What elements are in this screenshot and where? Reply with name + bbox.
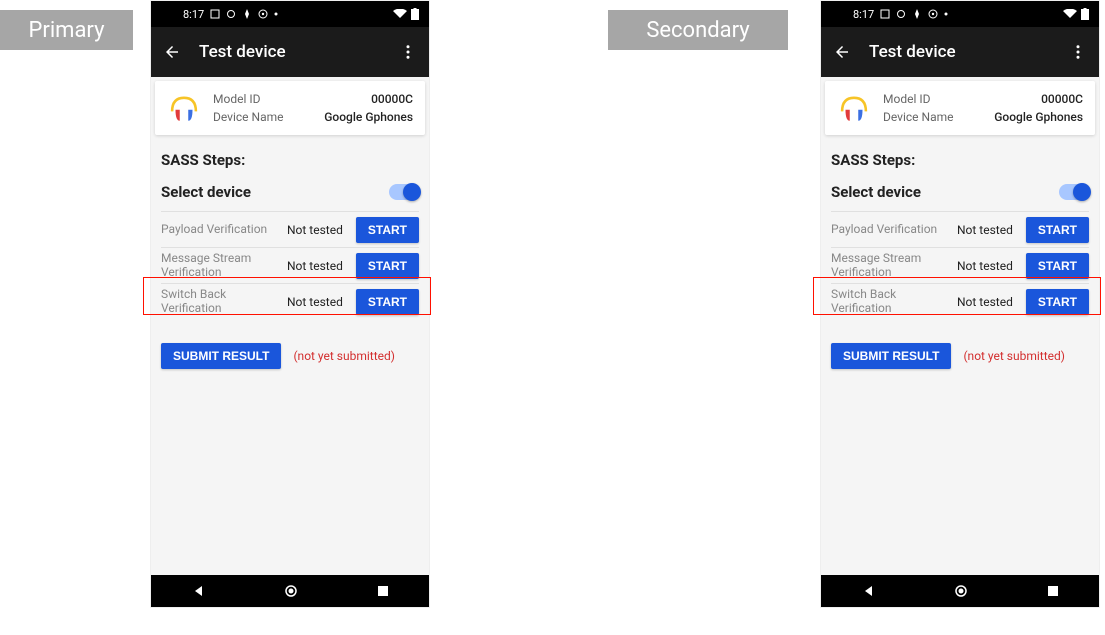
test-name: Payload Verification — [161, 223, 281, 236]
status-dot-icon — [274, 12, 278, 16]
headphones-icon — [167, 91, 201, 125]
status-bar: 8:17 — [821, 1, 1099, 27]
test-name: Switch Back Verification — [831, 288, 951, 314]
main-content: SASS Steps: Select device Payload Verifi… — [821, 139, 1099, 575]
sass-steps-heading: SASS Steps: — [161, 151, 419, 169]
model-id-value: 00000C — [371, 92, 413, 106]
select-device-toggle[interactable] — [1059, 184, 1089, 200]
status-icon-1 — [880, 9, 890, 19]
test-status: Not tested — [287, 295, 350, 309]
test-name: Message Stream Verification — [161, 252, 281, 278]
test-row-payload: Payload Verification Not tested START — [831, 211, 1089, 247]
status-icon-1 — [210, 9, 220, 19]
device-name-label: Device Name — [883, 110, 954, 124]
back-icon[interactable] — [163, 43, 181, 61]
select-device-toggle[interactable] — [389, 184, 419, 200]
nav-home-icon[interactable] — [284, 584, 298, 598]
device-card: Model ID 00000C Device Name Google Gphon… — [155, 81, 425, 135]
phone-secondary: 8:17 Test device Model ID 00000C — [820, 0, 1100, 608]
app-bar: Test device — [151, 27, 429, 77]
status-icon-3 — [912, 9, 922, 19]
model-id-value: 00000C — [1041, 92, 1083, 106]
start-button[interactable]: START — [1026, 253, 1089, 279]
status-icon-3 — [242, 9, 252, 19]
start-button[interactable]: START — [1026, 289, 1089, 315]
test-name: Message Stream Verification — [831, 252, 951, 278]
test-status: Not tested — [287, 259, 350, 273]
submit-status: (not yet submitted) — [963, 349, 1065, 363]
start-button[interactable]: START — [356, 253, 419, 279]
test-row-switch-back: Switch Back Verification Not tested STAR… — [831, 283, 1089, 319]
wifi-icon — [393, 9, 407, 19]
select-device-label: Select device — [161, 183, 251, 201]
select-device-label: Select device — [831, 183, 921, 201]
start-button[interactable]: START — [1026, 217, 1089, 243]
test-name: Payload Verification — [831, 223, 951, 236]
status-dot-icon — [944, 12, 948, 16]
test-status: Not tested — [957, 295, 1020, 309]
test-row-message-stream: Message Stream Verification Not tested S… — [831, 247, 1089, 283]
app-bar: Test device — [821, 27, 1099, 77]
page-title: Test device — [869, 42, 1069, 62]
nav-bar — [151, 575, 429, 607]
status-time: 8:17 — [183, 8, 204, 21]
nav-back-icon[interactable] — [861, 584, 875, 598]
nav-bar — [821, 575, 1099, 607]
start-button[interactable]: START — [356, 289, 419, 315]
status-time: 8:17 — [853, 8, 874, 21]
more-icon[interactable] — [1069, 43, 1087, 61]
test-name: Switch Back Verification — [161, 288, 281, 314]
status-icon-2 — [226, 9, 236, 19]
nav-home-icon[interactable] — [954, 584, 968, 598]
submit-result-button[interactable]: SUBMIT RESULT — [831, 343, 951, 369]
device-name-label: Device Name — [213, 110, 284, 124]
model-id-label: Model ID — [213, 92, 260, 106]
secondary-label: Secondary — [608, 10, 788, 50]
nav-recent-icon[interactable] — [377, 585, 389, 597]
device-name-value: Google Gphones — [324, 110, 413, 124]
test-row-message-stream: Message Stream Verification Not tested S… — [161, 247, 419, 283]
main-content: SASS Steps: Select device Payload Verifi… — [151, 139, 429, 575]
headphones-icon — [837, 91, 871, 125]
submit-result-button[interactable]: SUBMIT RESULT — [161, 343, 281, 369]
status-settings-icon — [258, 9, 268, 19]
device-card: Model ID 00000C Device Name Google Gphon… — [825, 81, 1095, 135]
submit-status: (not yet submitted) — [293, 349, 395, 363]
test-row-payload: Payload Verification Not tested START — [161, 211, 419, 247]
battery-icon — [411, 8, 419, 20]
status-settings-icon — [928, 9, 938, 19]
primary-label: Primary — [0, 10, 133, 50]
test-status: Not tested — [957, 223, 1020, 237]
test-row-switch-back: Switch Back Verification Not tested STAR… — [161, 283, 419, 319]
back-icon[interactable] — [833, 43, 851, 61]
test-status: Not tested — [287, 223, 350, 237]
status-bar: 8:17 — [151, 1, 429, 27]
nav-recent-icon[interactable] — [1047, 585, 1059, 597]
sass-steps-heading: SASS Steps: — [831, 151, 1089, 169]
battery-icon — [1081, 8, 1089, 20]
more-icon[interactable] — [399, 43, 417, 61]
device-name-value: Google Gphones — [994, 110, 1083, 124]
status-icon-2 — [896, 9, 906, 19]
page-title: Test device — [199, 42, 399, 62]
start-button[interactable]: START — [356, 217, 419, 243]
model-id-label: Model ID — [883, 92, 930, 106]
nav-back-icon[interactable] — [191, 584, 205, 598]
wifi-icon — [1063, 9, 1077, 19]
phone-primary: 8:17 Test device Model ID 00000C — [150, 0, 430, 608]
test-status: Not tested — [957, 259, 1020, 273]
